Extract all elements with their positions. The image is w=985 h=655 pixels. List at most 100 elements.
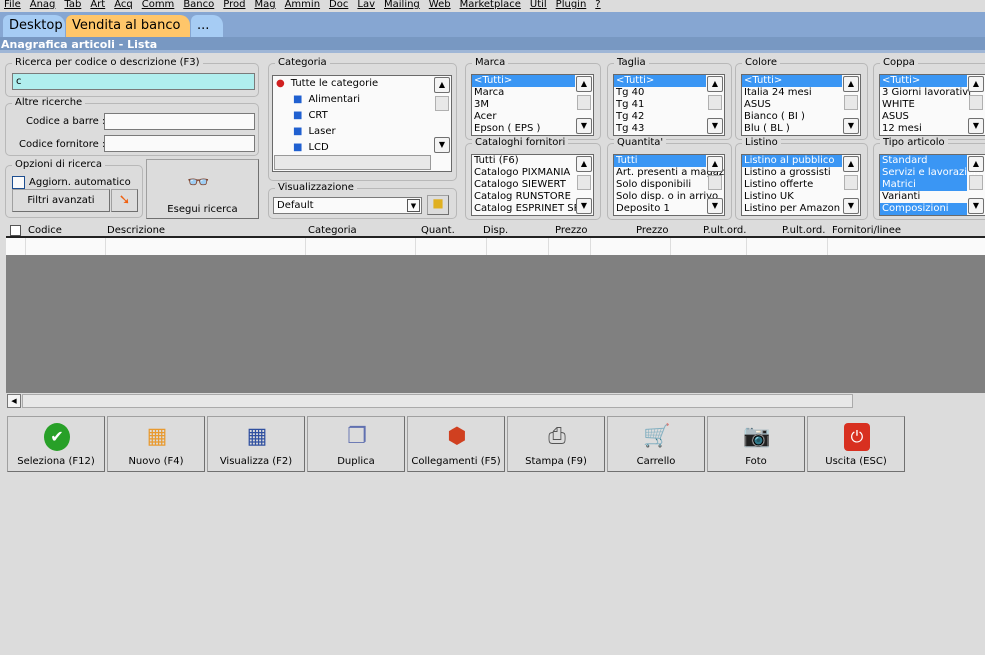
scroll-down-icon[interactable]: ▼ [843, 198, 859, 214]
view-select[interactable]: Default ▼ [273, 197, 422, 214]
menu-lav[interactable]: Lav [353, 0, 380, 12]
menu-ammin[interactable]: Ammin [281, 0, 325, 12]
list-scrollbar[interactable]: ▲ ▼ [576, 76, 592, 134]
scroll-up-icon[interactable]: ▲ [843, 156, 859, 172]
folder-button[interactable]: ■ [427, 195, 449, 215]
list-scrollbar[interactable]: ▲ ▼ [576, 156, 592, 214]
category-tree[interactable]: ● Tutte le categorie ■ Alimentari ■ CRT ■ Laser… [272, 75, 452, 172]
list-item[interactable]: Blu ( BL ) [742, 123, 842, 135]
nuovo-button[interactable]: ▦ Nuovo (F4) [107, 416, 205, 472]
filter-listbox[interactable]: <Tutti> Italia 24 mesi ASUS Bianco ( BI ) Bl… [741, 74, 861, 136]
scroll-thumb[interactable] [969, 95, 983, 110]
menu-anag[interactable]: Anag [26, 0, 61, 12]
list-scrollbar[interactable]: ▲ ▼ [843, 76, 859, 134]
category-item[interactable]: ■ CRT [273, 108, 451, 124]
visualizza-button[interactable]: ▦ Visualizza (F2) [207, 416, 305, 472]
category-hscrollbar[interactable] [274, 155, 431, 170]
list-item[interactable]: Catalog ESPRINET SPA [472, 203, 586, 215]
carrello-button[interactable]: 🛒 Carrello [607, 416, 705, 472]
menu-[interactable]: ? [591, 0, 605, 12]
table-hscrollbar[interactable]: ◀ [6, 393, 985, 409]
menu-plugin[interactable]: Plugin [552, 0, 592, 12]
tab-vendita-al-banco[interactable]: Vendita al banco [66, 15, 190, 37]
menu-comm[interactable]: Comm [138, 0, 180, 12]
scroll-thumb[interactable] [969, 175, 983, 190]
list-item[interactable]: Solo disp. o in arrivo [614, 191, 718, 203]
list-item[interactable]: <Tutti> [614, 75, 706, 87]
filter-listbox[interactable]: Tutti (F6) Catalogo PIXMANIA Catalogo SIEW… [471, 154, 594, 216]
list-item[interactable]: Catalog RUNSTORE [472, 191, 575, 203]
category-item[interactable]: ■ Alimentari [273, 92, 451, 108]
menu-web[interactable]: Web [425, 0, 456, 12]
menu-prod[interactable]: Prod [219, 0, 250, 12]
scroll-up-icon[interactable]: ▲ [968, 76, 984, 92]
scroll-left-button[interactable]: ◀ [7, 394, 21, 408]
table-row[interactable] [6, 238, 985, 255]
column-header[interactable]: Codice [28, 224, 62, 238]
column-header[interactable]: Disp. [483, 224, 508, 238]
category-item[interactable]: ● Tutte le categorie [273, 76, 451, 92]
scroll-down-icon[interactable]: ▼ [843, 118, 859, 134]
menu-util[interactable]: Util [526, 0, 552, 12]
seleziona-button[interactable]: ✔ Seleziona (F12) [7, 416, 105, 472]
scroll-down-icon[interactable]: ▼ [968, 198, 984, 214]
column-header[interactable]: P.ult.ord. [782, 224, 825, 238]
tab-desktop[interactable]: Desktop [3, 15, 65, 37]
column-header[interactable]: Quant. [421, 224, 455, 238]
category-item[interactable]: ■ LCD [273, 140, 451, 156]
list-item[interactable]: Acer [472, 111, 575, 123]
list-item[interactable]: Tutti [614, 155, 706, 167]
list-item[interactable]: Italia 24 mesi [742, 87, 842, 99]
filter-listbox[interactable]: <Tutti> Marca 3M Acer Epson ( EPS ) ▲ ▼ [471, 74, 594, 136]
column-header[interactable]: Prezzo [555, 224, 588, 238]
list-item[interactable]: 3M [472, 99, 575, 111]
results-grid[interactable] [6, 255, 985, 393]
category-item[interactable]: ■ Laser [273, 124, 451, 140]
scroll-thumb[interactable] [22, 394, 853, 408]
list-item[interactable]: Varianti [880, 191, 967, 203]
list-item[interactable]: ASUS [880, 111, 967, 123]
menu-tab[interactable]: Tab [60, 0, 86, 12]
list-item[interactable]: 3 Giorni lavorativi [880, 87, 971, 99]
list-item[interactable]: Standard [880, 155, 967, 167]
list-item[interactable]: <Tutti> [880, 75, 967, 87]
list-item[interactable]: ASUS [742, 99, 842, 111]
select-all-checkbox[interactable] [10, 225, 21, 236]
scroll-up-icon[interactable]: ▲ [707, 76, 723, 92]
list-item[interactable]: Listino offerte [742, 179, 842, 191]
list-item[interactable]: Epson ( EPS ) [472, 123, 575, 135]
search-input[interactable]: c [12, 73, 255, 90]
flash-arrow-button[interactable]: ➘ [111, 189, 138, 212]
scroll-thumb[interactable] [708, 175, 722, 190]
list-item[interactable]: Catalogo SIEWERT [472, 179, 575, 191]
scroll-thumb[interactable] [844, 95, 858, 110]
filter-listbox[interactable]: Listino al pubblico Listino a grossisti Li… [741, 154, 861, 216]
menu-banco[interactable]: Banco [179, 0, 219, 12]
menu-art[interactable]: Art [86, 0, 110, 12]
scroll-up-icon[interactable]: ▲ [843, 76, 859, 92]
stampa-button[interactable]: ⎙ Stampa (F9) [507, 416, 605, 472]
foto-button[interactable]: 📷 Foto [707, 416, 805, 472]
list-item[interactable]: Tg 41 [614, 99, 706, 111]
scroll-thumb[interactable] [844, 175, 858, 190]
menu-doc[interactable]: Doc [325, 0, 353, 12]
scroll-down-icon[interactable]: ▼ [707, 198, 723, 214]
list-item[interactable]: Marca [472, 87, 575, 99]
list-item[interactable]: Deposito 1 [614, 203, 706, 215]
filter-listbox[interactable]: Standard Servizi e lavorazioni Matrici Vari… [879, 154, 985, 216]
list-item[interactable]: Bianco ( BI ) [742, 111, 842, 123]
column-header[interactable]: Fornitori/linee [832, 224, 901, 238]
menu-acq[interactable]: Acq [110, 0, 138, 12]
scroll-up-icon[interactable]: ▲ [576, 156, 592, 172]
scroll-down-icon[interactable]: ▼ [707, 118, 723, 134]
list-item[interactable]: Listino UK [742, 191, 842, 203]
list-scrollbar[interactable]: ▲ ▼ [968, 156, 984, 214]
auto-update-checkbox[interactable] [12, 176, 25, 189]
list-item[interactable]: WHITE [880, 99, 967, 111]
scroll-thumb[interactable] [577, 175, 591, 190]
menu-file[interactable]: File [0, 0, 26, 12]
duplica-button[interactable]: ❐ Duplica [307, 416, 405, 472]
list-item[interactable]: Tg 43 [614, 123, 706, 135]
scroll-thumb[interactable] [577, 95, 591, 110]
menu-mag[interactable]: Mag [250, 0, 280, 12]
